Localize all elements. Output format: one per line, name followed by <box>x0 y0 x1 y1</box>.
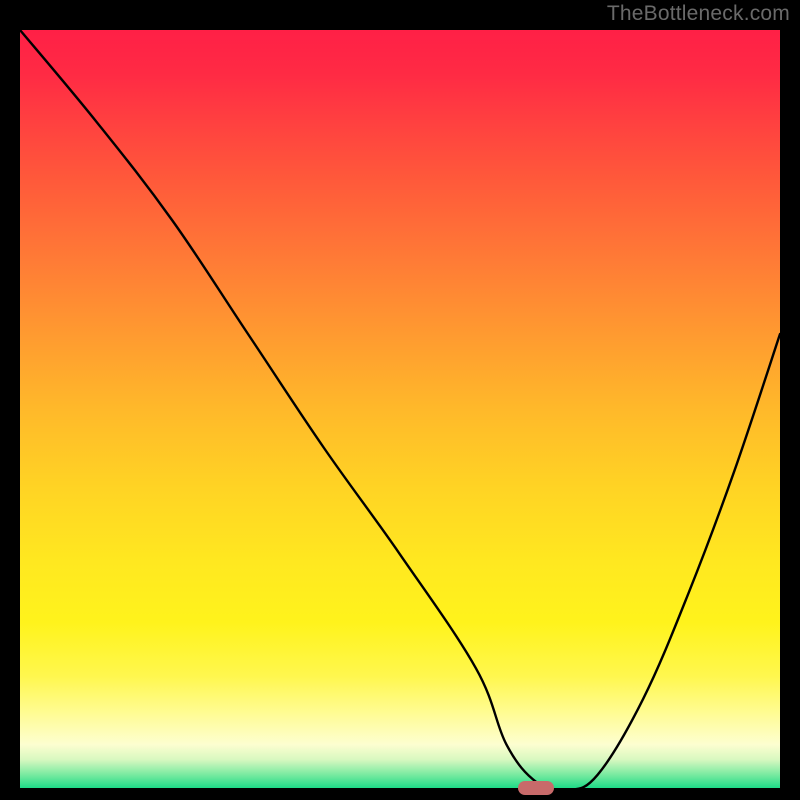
bottleneck-curve <box>20 30 780 790</box>
watermark-label: TheBottleneck.com <box>607 2 790 26</box>
chart-frame: TheBottleneck.com <box>0 0 800 800</box>
x-axis-baseline <box>20 788 780 790</box>
optimal-marker <box>518 781 554 795</box>
curve-svg <box>20 30 780 790</box>
plot-area <box>20 30 780 790</box>
